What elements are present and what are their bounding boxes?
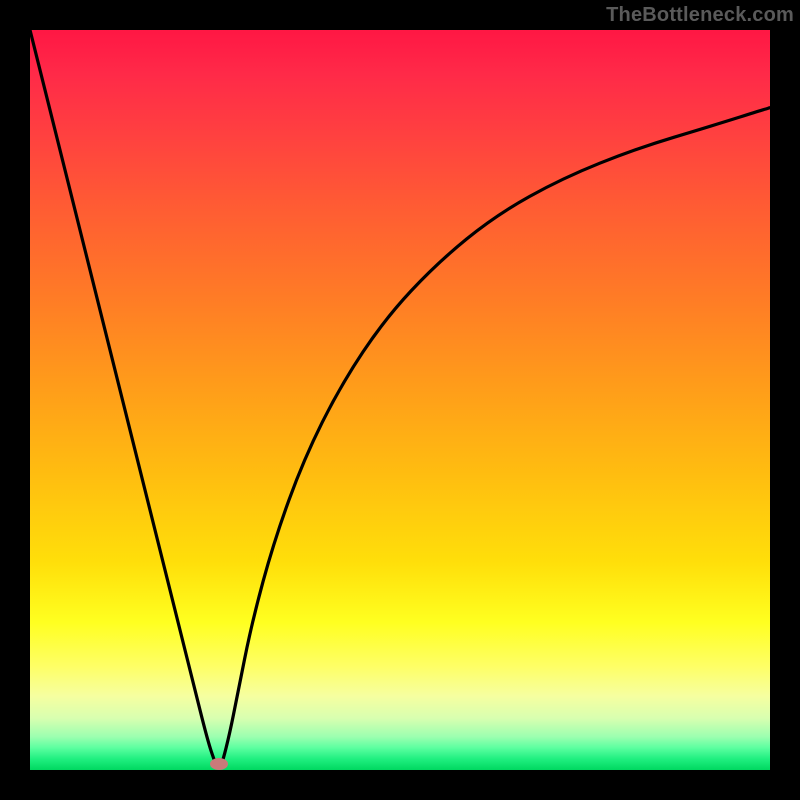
bottleneck-curve (30, 30, 770, 768)
optimal-point-marker (210, 758, 228, 770)
chart-svg (30, 30, 770, 770)
watermark-text: TheBottleneck.com (606, 4, 794, 27)
plot-area (30, 30, 770, 770)
chart-stage: TheBottleneck.com (0, 0, 800, 800)
